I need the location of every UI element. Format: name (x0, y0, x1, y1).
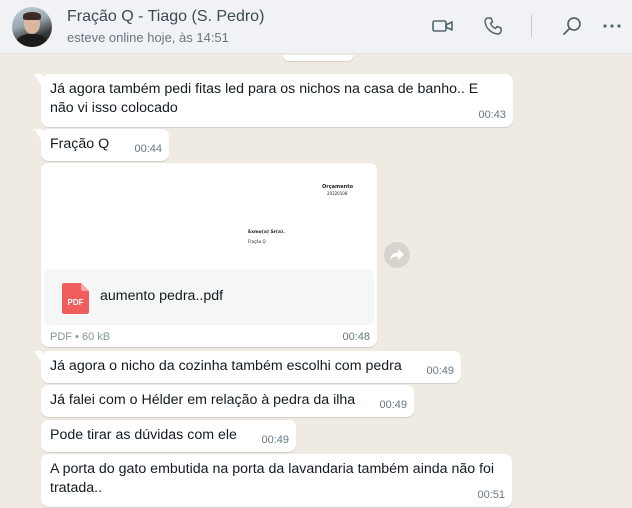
message-time: 00:49 (379, 399, 407, 411)
voice-call-icon[interactable] (481, 14, 505, 38)
document-file-card[interactable]: PDF aumento pedra..pdf (44, 269, 374, 325)
pdf-file-icon: PDF (62, 283, 89, 314)
previous-message-edge (282, 55, 354, 61)
document-message[interactable]: Orçamento 20220108 Exmo(a) Sr(a). Fração… (41, 163, 377, 347)
preview-greeting: Exmo(a) Sr(a). (248, 230, 285, 235)
message-time: 00:48 (342, 331, 370, 343)
message-text: Já agora também pedi fitas led para os n… (50, 81, 479, 116)
forward-button[interactable] (384, 242, 410, 268)
message-text: Já falei com o Hélder em relação à pedra… (50, 392, 356, 408)
message-bubble[interactable]: Já agora o nicho da cozinha também escol… (34, 351, 461, 383)
message-text: A porta do gato embutida na porta da lav… (50, 461, 495, 496)
message-time: 00:51 (477, 489, 505, 501)
message-bubble[interactable]: Já agora também pedi fitas led para os n… (34, 74, 513, 127)
message-time: 00:44 (134, 143, 162, 155)
header-divider (531, 15, 532, 37)
document-meta: PDF • 60 kB (50, 331, 111, 343)
contact-info[interactable]: Fração Q - Tiago (S. Pedro) esteve onlin… (67, 7, 264, 46)
message-time: 00:49 (261, 434, 289, 446)
message-bubble[interactable]: Fração Q 00:44 (34, 129, 169, 161)
forward-icon (390, 249, 404, 261)
preview-number: 20220108 (327, 191, 348, 196)
message-time: 00:49 (426, 365, 454, 377)
search-icon[interactable] (560, 14, 584, 38)
message-bubble[interactable]: Já falei com o Hélder em relação à pedra… (41, 385, 414, 417)
message-text: Pode tirar as dúvidas com ele (50, 427, 237, 443)
message-text: Já agora o nicho da cozinha também escol… (50, 358, 402, 374)
contact-status: esteve online hoje, às 14:51 (67, 30, 229, 45)
document-preview[interactable]: Orçamento 20220108 Exmo(a) Sr(a). Fração… (44, 166, 374, 266)
message-bubble[interactable]: Pode tirar as dúvidas com ele 00:49 (41, 420, 296, 452)
message-bubble[interactable]: A porta do gato embutida na porta da lav… (41, 454, 512, 507)
message-list[interactable]: Já agora também pedi fitas led para os n… (0, 55, 632, 508)
preview-title: Orçamento (322, 184, 354, 190)
message-time: 00:43 (478, 109, 506, 121)
contact-avatar[interactable] (12, 6, 52, 47)
menu-icon[interactable] (600, 14, 624, 38)
chat-header: Fração Q - Tiago (S. Pedro) esteve onlin… (0, 0, 632, 54)
video-call-icon[interactable] (431, 14, 455, 38)
preview-recipient: Fração Q (248, 239, 266, 244)
contact-name: Fração Q - Tiago (S. Pedro) (67, 8, 265, 25)
message-text: Fração Q (50, 136, 110, 152)
document-file-name: aumento pedra..pdf (100, 288, 224, 304)
pdf-icon-label: PDF (68, 298, 84, 307)
